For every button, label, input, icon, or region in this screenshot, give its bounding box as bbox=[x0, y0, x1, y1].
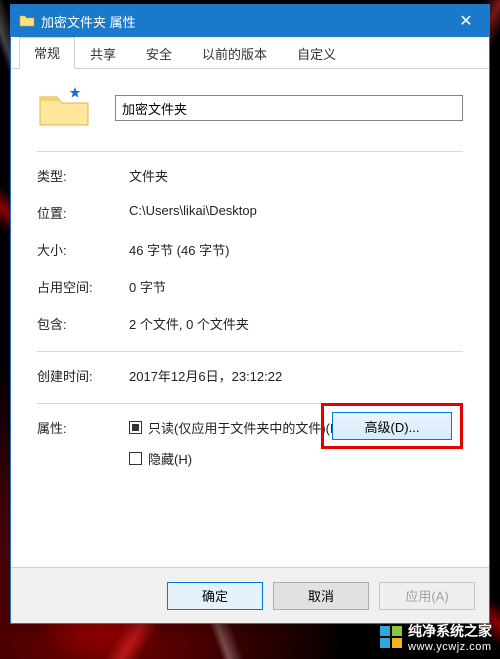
advanced-highlight: 高级(D)... bbox=[321, 403, 463, 449]
dialog-footer: 确定 取消 应用(A) bbox=[11, 567, 489, 623]
tab-security[interactable]: 安全 bbox=[131, 38, 187, 69]
advanced-button[interactable]: 高级(D)... bbox=[332, 412, 452, 440]
close-icon: ✕ bbox=[459, 11, 472, 31]
titlebar[interactable]: 加密文件夹 属性 ✕ bbox=[11, 5, 489, 37]
tab-general[interactable]: 常规 bbox=[19, 37, 75, 69]
watermark: 纯净系统之家 www.ycwjz.com bbox=[380, 621, 492, 653]
tab-custom[interactable]: 自定义 bbox=[282, 38, 351, 69]
watermark-brand: 纯净系统之家 bbox=[408, 621, 492, 641]
created-value: 2017年12月6日，23:12:22 bbox=[129, 366, 463, 385]
hidden-label: 隐藏(H) bbox=[148, 449, 192, 468]
created-label: 创建时间: bbox=[37, 366, 129, 385]
watermark-url: www.ycwjz.com bbox=[408, 641, 492, 653]
tab-previous[interactable]: 以前的版本 bbox=[187, 38, 282, 69]
sizeondisk-label: 占用空间: bbox=[37, 277, 129, 296]
folder-name-input[interactable] bbox=[115, 95, 463, 121]
checkbox-indeterminate-icon bbox=[129, 421, 142, 434]
window-title: 加密文件夹 属性 bbox=[41, 12, 443, 31]
location-value: C:\Users\likai\Desktop bbox=[129, 203, 463, 222]
size-label: 大小: bbox=[37, 240, 129, 259]
readonly-label: 只读(仅应用于文件夹中的文件)(R) bbox=[148, 418, 344, 437]
watermark-logo-icon bbox=[380, 626, 402, 648]
type-value: 文件夹 bbox=[129, 166, 463, 185]
size-value: 46 字节 (46 字节) bbox=[129, 240, 463, 259]
folder-icon bbox=[19, 13, 35, 29]
location-label: 位置: bbox=[37, 203, 129, 222]
hidden-checkbox[interactable]: 隐藏(H) bbox=[129, 449, 192, 468]
cancel-button[interactable]: 取消 bbox=[273, 582, 369, 610]
ok-button[interactable]: 确定 bbox=[167, 582, 263, 610]
tab-sharing[interactable]: 共享 bbox=[75, 38, 131, 69]
divider bbox=[37, 151, 463, 152]
contains-value: 2 个文件, 0 个文件夹 bbox=[129, 314, 463, 333]
folder-large-icon bbox=[37, 87, 91, 129]
tab-content: 类型: 文件夹 位置: C:\Users\likai\Desktop 大小: 4… bbox=[11, 69, 489, 567]
close-button[interactable]: ✕ bbox=[443, 5, 489, 37]
sizeondisk-value: 0 字节 bbox=[129, 277, 463, 296]
properties-dialog: 加密文件夹 属性 ✕ 常规 共享 安全 以前的版本 自定义 bbox=[10, 4, 490, 624]
divider bbox=[37, 351, 463, 352]
contains-label: 包含: bbox=[37, 314, 129, 333]
tab-strip: 常规 共享 安全 以前的版本 自定义 bbox=[11, 37, 489, 69]
checkbox-empty-icon bbox=[129, 452, 142, 465]
attributes-label: 属性: bbox=[37, 418, 129, 437]
readonly-checkbox[interactable]: 只读(仅应用于文件夹中的文件)(R) bbox=[129, 418, 344, 437]
type-label: 类型: bbox=[37, 166, 129, 185]
apply-button: 应用(A) bbox=[379, 582, 475, 610]
